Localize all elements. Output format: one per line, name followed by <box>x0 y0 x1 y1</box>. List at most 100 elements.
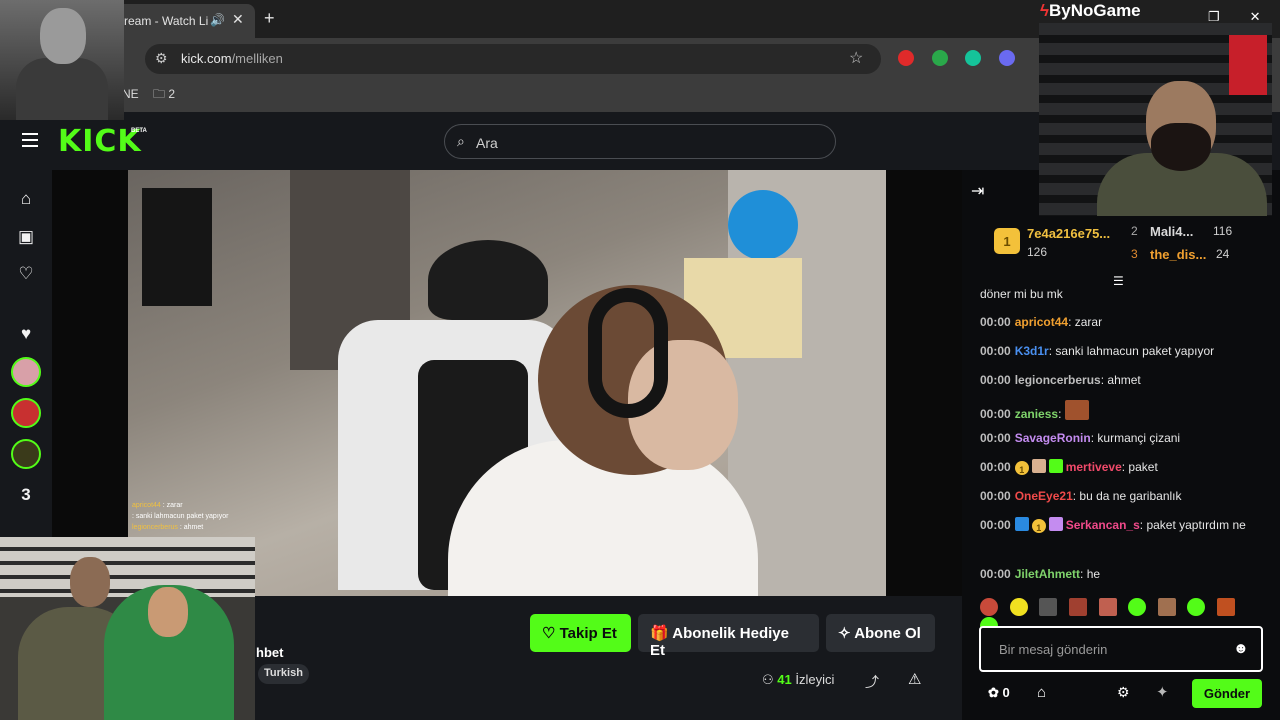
following-icon[interactable]: ♡ <box>16 264 36 284</box>
streamer-webcam <box>1039 23 1272 216</box>
rank-badge-icon: 1 <box>1014 461 1029 475</box>
home-icon[interactable]: ⌂ <box>16 189 36 209</box>
chat-message: 00:00 zaniess: <box>980 400 1270 423</box>
heart-outline-icon: ♡ <box>542 625 560 642</box>
moderator-badge-icon <box>1014 517 1029 531</box>
search-input[interactable]: ⌕ Ara <box>444 124 836 159</box>
chat-message: 00:00 OneEye21: bu da ne garibanlık <box>980 489 1182 503</box>
overlay-pip-image <box>0 537 255 720</box>
chat-message-input[interactable]: Bir mesaj gönderin ☻ <box>979 626 1263 672</box>
bookmark-star-icon[interactable]: ☆ <box>849 48 863 68</box>
emote-icon <box>1128 598 1147 616</box>
emote-icon <box>1009 598 1028 616</box>
send-button[interactable]: Gönder <box>1192 679 1262 708</box>
overlay-chat-line: apricot44 : zarar <box>132 502 183 509</box>
window-controls[interactable]: ❐✕ <box>1208 9 1280 25</box>
chat-message: 00:00 SavageRonin: kurmançi çizani <box>980 431 1181 445</box>
chat-message: 00:00 K3d1r: sanki lahmacun paket yapıyor <box>980 344 1215 358</box>
browse-icon[interactable]: ▣ <box>16 227 36 247</box>
followed-channel-avatar[interactable] <box>11 398 41 428</box>
leaderboard-count: 116 <box>1213 224 1233 238</box>
rank-2-badge: 2 <box>1131 224 1138 238</box>
search-placeholder: Ara <box>476 135 498 151</box>
overlay-brand-logo: ϟByNoGame <box>1040 1 1141 20</box>
report-icon[interactable]: ⚠ <box>908 670 921 688</box>
restore-icon: ❐ <box>1208 9 1250 24</box>
emote-icon <box>1068 598 1087 616</box>
leaderboard-name[interactable]: Mali4... <box>1150 224 1193 239</box>
chat-message: döner mi bu mk <box>980 287 1063 301</box>
menu-icon[interactable] <box>22 133 38 147</box>
url-host: kick.com <box>181 51 232 66</box>
store-icon[interactable]: ⌂ <box>1037 684 1046 701</box>
speaker-icon[interactable]: 🔊 <box>210 13 225 27</box>
rank-badge-icon: 1 <box>1031 519 1046 533</box>
extension-icon-green[interactable] <box>932 50 948 66</box>
stream-video[interactable]: apricot44 : zarar : sanki lahmacun paket… <box>128 170 886 596</box>
rank-1-badge: 1 <box>994 228 1020 254</box>
followed-channel-avatar[interactable] <box>11 439 41 469</box>
subscriber-badge-icon <box>1048 459 1063 473</box>
heart-icon[interactable]: ♥ <box>16 324 36 344</box>
rank-3-badge: 3 <box>1131 247 1138 261</box>
overlay-portrait-image <box>0 0 124 120</box>
chat-message: 00:00 apricot44: zarar <box>980 315 1103 329</box>
chat-message: 00:00 legioncerberus: ahmet <box>980 373 1141 387</box>
settings-icon[interactable]: ⚙ <box>1117 684 1130 701</box>
video-chat-overlay: apricot44 : zarar : sanki lahmacun paket… <box>132 500 229 533</box>
tab-title: ream - Watch Li <box>124 14 209 28</box>
close-window-icon: ✕ <box>1250 9 1280 24</box>
bolt-icon: ϟ <box>1040 1 1049 20</box>
url-path: /melliken <box>231 51 283 66</box>
scene-cat-plush <box>428 240 548 320</box>
followed-channel-avatar[interactable]: 3 <box>16 485 36 505</box>
gift-subscription-button[interactable]: 🎁 Abonelik Hediye Et <box>638 614 819 659</box>
close-tab-icon[interactable]: ✕ <box>232 11 244 28</box>
emote-icon <box>1217 598 1235 616</box>
points-icon: ✿ <box>988 685 1003 700</box>
emote-quick-row[interactable] <box>980 598 1264 635</box>
chat-message: 00:00 JiletAhmett: he <box>980 567 1101 581</box>
grammarly-icon[interactable] <box>965 50 981 66</box>
bookmark-folder-count: 2 <box>168 87 176 101</box>
scene-blue-wig <box>728 190 798 260</box>
extension-icon-purple[interactable] <box>999 50 1015 66</box>
chat-input-placeholder: Bir mesaj gönderin <box>999 642 1108 657</box>
leaderboard-count: 126 <box>1027 245 1048 259</box>
site-info-icon[interactable]: ⚙ <box>155 50 168 67</box>
emote-icon <box>980 598 998 616</box>
viewers-icon: ⚇ <box>762 672 778 687</box>
address-bar[interactable]: ⚙ kick.com/melliken ☆ <box>145 44 881 74</box>
leaderboard-count: 24 <box>1216 247 1230 261</box>
collapse-chat-icon[interactable]: ⇥ <box>971 181 984 201</box>
emote-icon <box>1039 598 1058 616</box>
followed-channel-avatar[interactable] <box>11 357 41 387</box>
extension-icon-red[interactable] <box>898 50 914 66</box>
follow-button[interactable]: ♡ Takip Et <box>530 614 631 652</box>
gift-icon: 🎁 <box>650 625 673 642</box>
bookmark-ne[interactable]: NE <box>122 87 139 101</box>
leaderboard-name[interactable]: 7e4a216e75... <box>1027 226 1110 241</box>
search-icon: ⌕ <box>457 133 465 149</box>
viewer-count: ⚇ 41 İzleyici <box>762 672 835 687</box>
emote-icon <box>1098 598 1117 616</box>
emoji-picker-icon[interactable]: ☻ <box>1233 640 1249 657</box>
subscribe-button[interactable]: ✧ Abone Ol <box>826 614 935 652</box>
emote-icon <box>1064 400 1089 420</box>
scene-tv <box>142 188 212 306</box>
browser-tab[interactable]: ream - Watch Li 🔊 ✕ <box>110 4 255 38</box>
emote-icon <box>1031 459 1046 473</box>
chat-message: 00:00 1 Serkancan_s: paket yaptırdım ne <box>980 517 1246 533</box>
language-tag[interactable]: Turkish <box>258 664 309 684</box>
kick-logo[interactable]: KICK <box>58 124 142 159</box>
channel-points[interactable]: ✿ 0 <box>988 685 1010 701</box>
palette-icon[interactable]: ✦ <box>1156 683 1169 701</box>
overlay-chat-line: : sanki lahmacun paket yapıyor <box>132 513 229 520</box>
share-icon[interactable]: ⤴ <box>865 672 879 692</box>
emote-icon <box>1187 598 1206 616</box>
leaderboard-name[interactable]: the_dis... <box>1150 247 1206 262</box>
new-tab-button[interactable]: + <box>264 8 275 29</box>
overlay-chat-line: legioncerberus : ahmet <box>132 524 204 531</box>
bookmark-folder[interactable]: 🗀 2 <box>153 85 175 106</box>
headphones-icon <box>588 288 668 418</box>
